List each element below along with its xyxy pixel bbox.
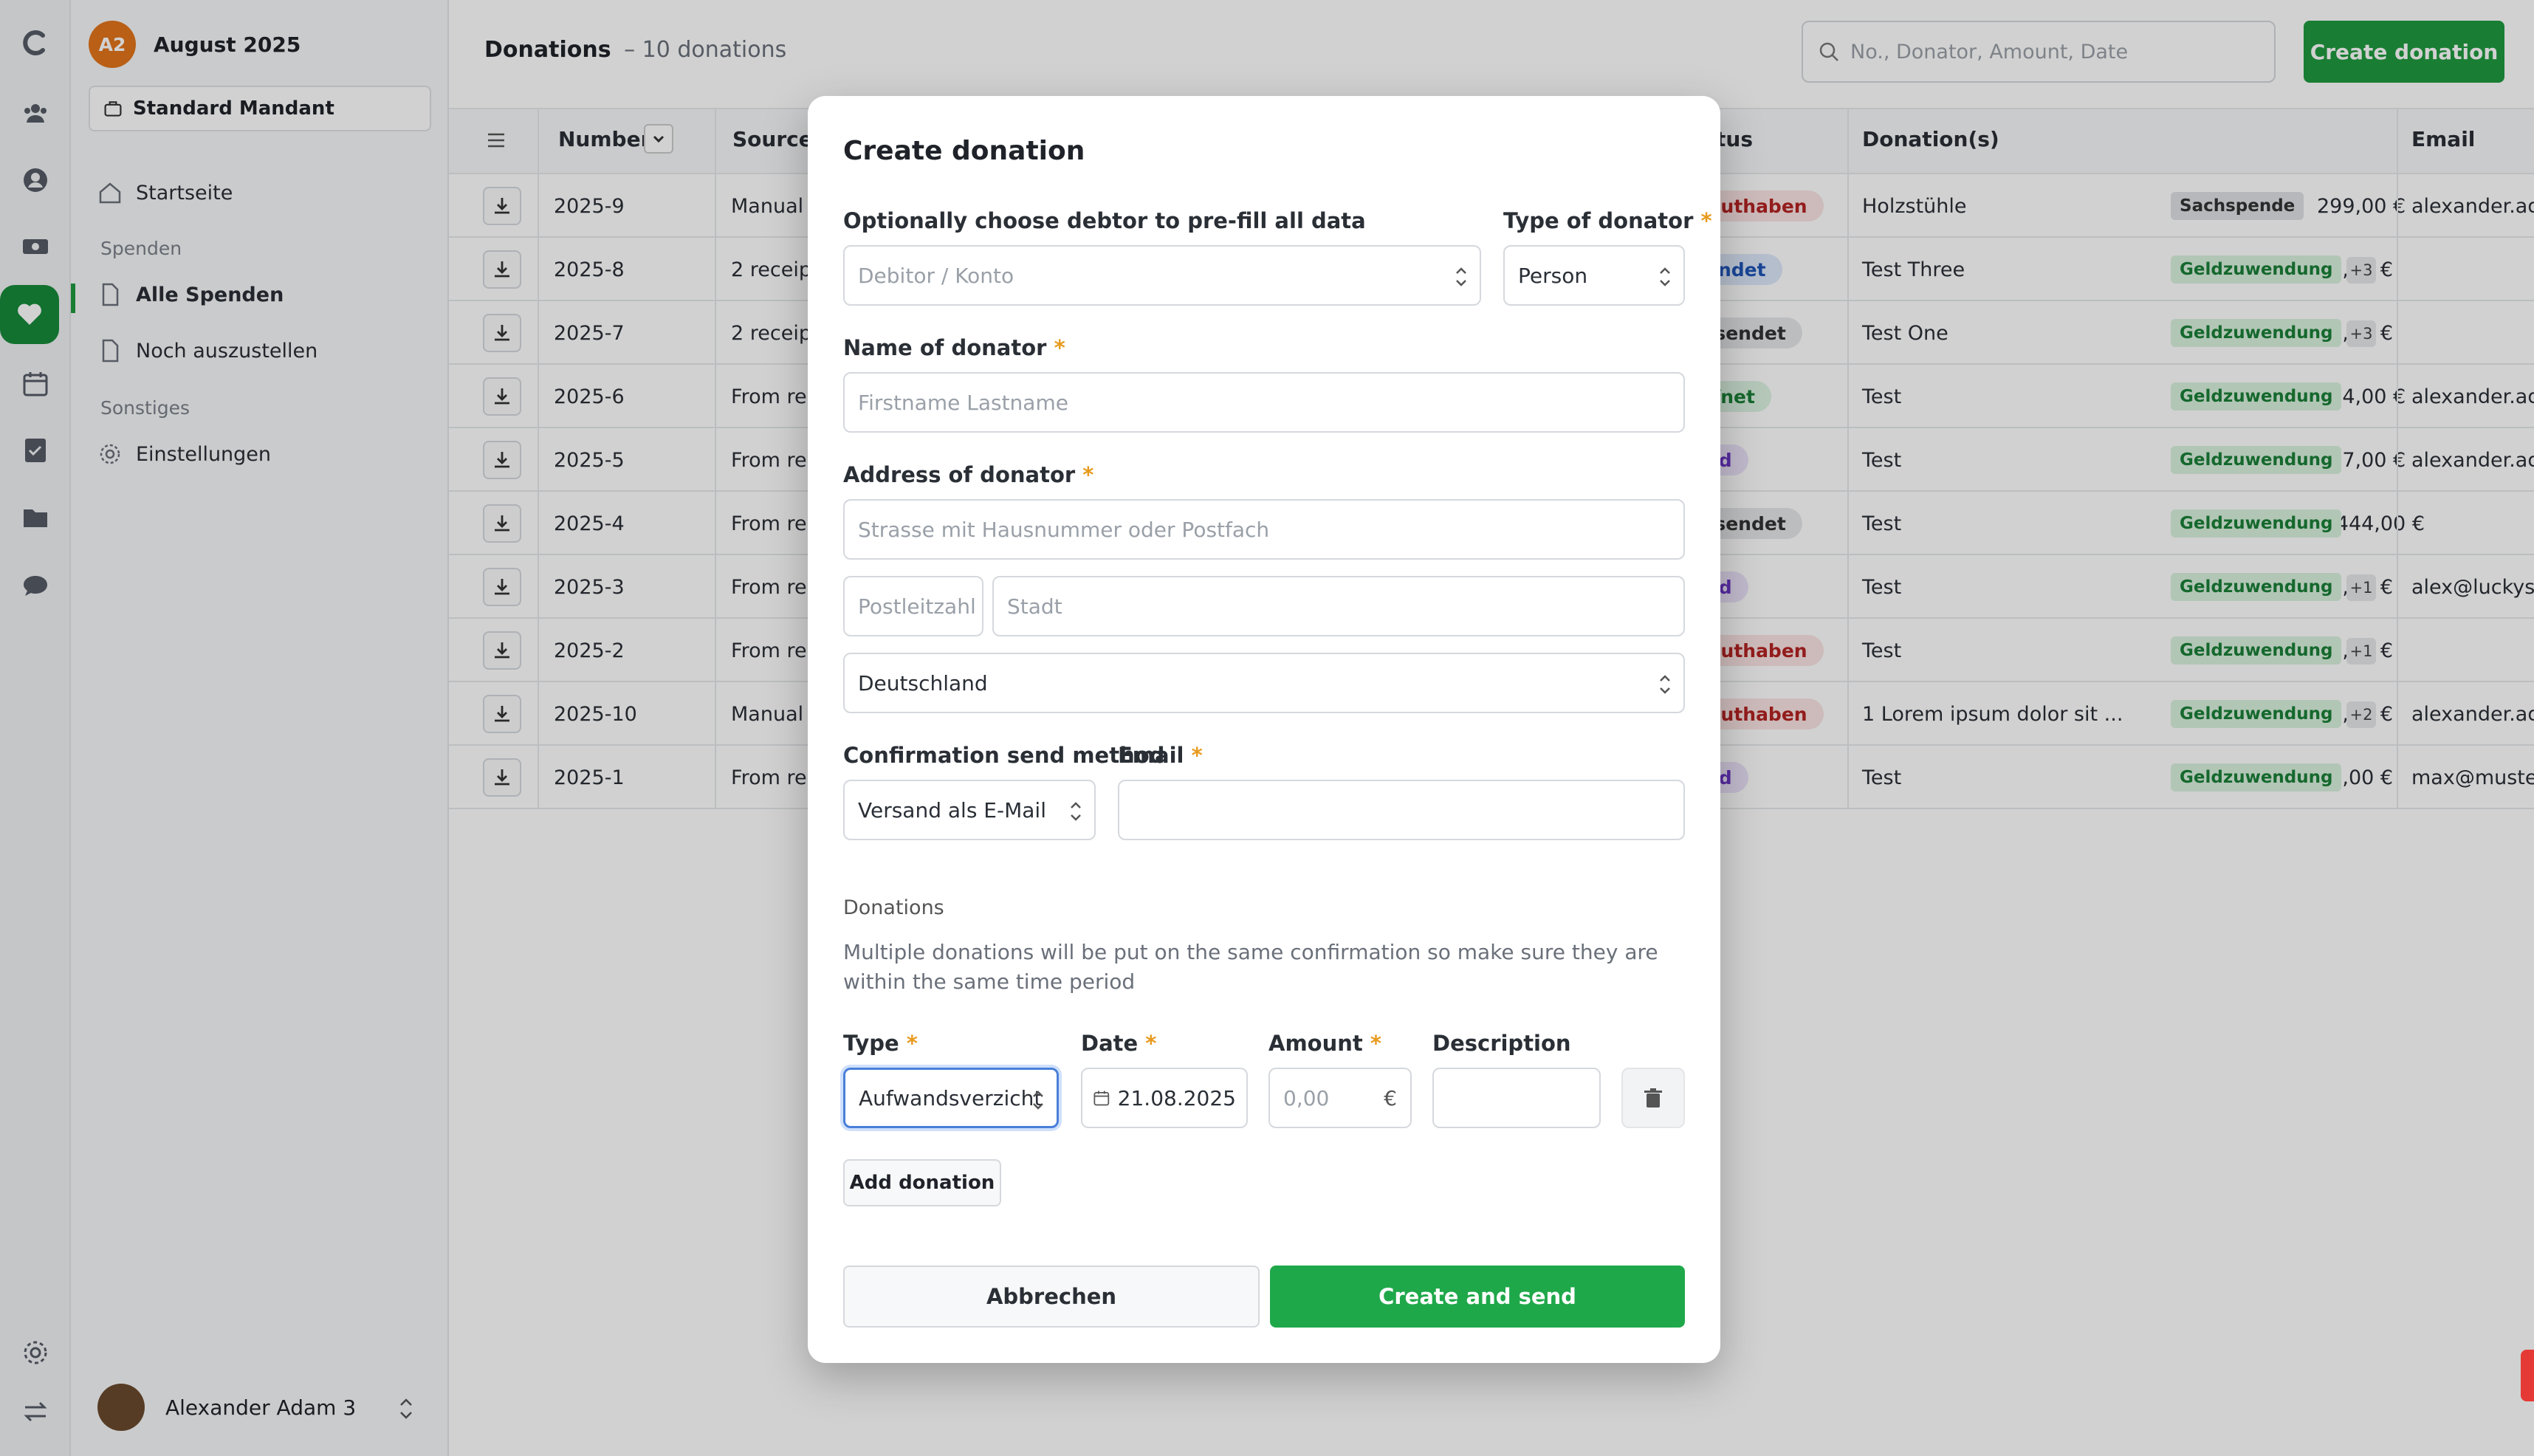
line-description-label: Description bbox=[1432, 1031, 1571, 1056]
required-mark: * bbox=[1700, 208, 1712, 233]
chevron-updown-icon bbox=[1660, 267, 1670, 286]
send-method-value: Versand als E-Mail bbox=[858, 797, 1046, 823]
send-method-select[interactable]: Versand als E-Mail bbox=[843, 780, 1096, 840]
country-value: Deutschland bbox=[858, 670, 988, 696]
cancel-button[interactable]: Abbrechen bbox=[843, 1266, 1260, 1328]
line-date-value: 21.08.2025 bbox=[1117, 1085, 1236, 1110]
line-type-select[interactable]: Aufwandsverzicht bbox=[843, 1068, 1059, 1128]
address-label: Address of donator * bbox=[843, 462, 1093, 487]
send-method-label: Confirmation send method bbox=[843, 743, 1165, 768]
debtor-label: Optionally choose debtor to pre-fill all… bbox=[843, 208, 1366, 233]
required-mark: * bbox=[1054, 335, 1065, 360]
debtor-placeholder: Debitor / Konto bbox=[858, 263, 1014, 288]
type-of-donator-label-text: Type of donator bbox=[1503, 208, 1694, 233]
create-and-send-button[interactable]: Create and send bbox=[1270, 1266, 1685, 1328]
name-label-text: Name of donator bbox=[843, 335, 1047, 360]
donator-name-input[interactable]: Firstname Lastname bbox=[843, 372, 1685, 433]
email-label: Email * bbox=[1118, 743, 1203, 768]
calendar-icon bbox=[1093, 1091, 1110, 1106]
type-of-donator-label: Type of donator * bbox=[1503, 208, 1712, 233]
city-placeholder: Stadt bbox=[1007, 594, 1062, 619]
type-of-donator-value: Person bbox=[1518, 263, 1588, 288]
type-of-donator-select[interactable]: Person bbox=[1503, 245, 1685, 306]
line-amount-label: Amount * bbox=[1268, 1031, 1381, 1056]
donations-heading: Donations bbox=[843, 896, 944, 919]
add-donation-button[interactable]: Add donation bbox=[843, 1159, 1001, 1206]
line-amount-input[interactable]: 0,00 € bbox=[1268, 1068, 1412, 1128]
email-input[interactable] bbox=[1118, 780, 1685, 840]
name-label: Name of donator * bbox=[843, 335, 1065, 360]
line-date-input[interactable]: 21.08.2025 bbox=[1081, 1068, 1248, 1128]
line-date-label: Date * bbox=[1081, 1031, 1156, 1056]
address-label-text: Address of donator bbox=[843, 462, 1076, 487]
dialog-title: Create donation bbox=[843, 136, 1085, 166]
street-input[interactable]: Strasse mit Hausnummer oder Postfach bbox=[843, 499, 1685, 560]
zip-input[interactable]: Postleitzahl bbox=[843, 576, 983, 636]
chevron-updown-icon bbox=[1071, 802, 1081, 821]
line-date-label-text: Date bbox=[1081, 1031, 1139, 1056]
trash-icon bbox=[1644, 1088, 1662, 1108]
currency-symbol: € bbox=[1384, 1085, 1397, 1110]
street-placeholder: Strasse mit Hausnummer oder Postfach bbox=[858, 517, 1270, 542]
required-mark: * bbox=[906, 1031, 918, 1056]
line-type-label: Type * bbox=[843, 1031, 918, 1056]
chevron-updown-icon bbox=[1033, 1091, 1043, 1110]
required-mark: * bbox=[1145, 1031, 1157, 1056]
email-label-text: Email bbox=[1118, 743, 1184, 768]
line-amount-placeholder: 0,00 bbox=[1283, 1085, 1330, 1110]
country-select[interactable]: Deutschland bbox=[843, 653, 1685, 713]
required-mark: * bbox=[1082, 462, 1094, 487]
donator-name-placeholder: Firstname Lastname bbox=[858, 390, 1068, 415]
line-type-label-text: Type bbox=[843, 1031, 899, 1056]
feedback-tab[interactable] bbox=[2521, 1350, 2534, 1401]
required-mark: * bbox=[1370, 1031, 1382, 1056]
debtor-select[interactable]: Debitor / Konto bbox=[843, 245, 1481, 306]
chevron-updown-icon bbox=[1660, 675, 1670, 694]
donations-hint: Multiple donations will be put on the sa… bbox=[843, 940, 1658, 994]
required-mark: * bbox=[1191, 743, 1203, 768]
line-type-value: Aufwandsverzicht bbox=[859, 1085, 1043, 1110]
line-amount-label-text: Amount bbox=[1268, 1031, 1363, 1056]
line-description-input[interactable] bbox=[1432, 1068, 1601, 1128]
city-input[interactable]: Stadt bbox=[992, 576, 1685, 636]
create-donation-dialog: Create donation Optionally choose debtor… bbox=[808, 96, 1720, 1363]
delete-line-button[interactable] bbox=[1621, 1068, 1685, 1128]
chevron-updown-icon bbox=[1456, 267, 1466, 286]
zip-placeholder: Postleitzahl bbox=[858, 594, 976, 619]
